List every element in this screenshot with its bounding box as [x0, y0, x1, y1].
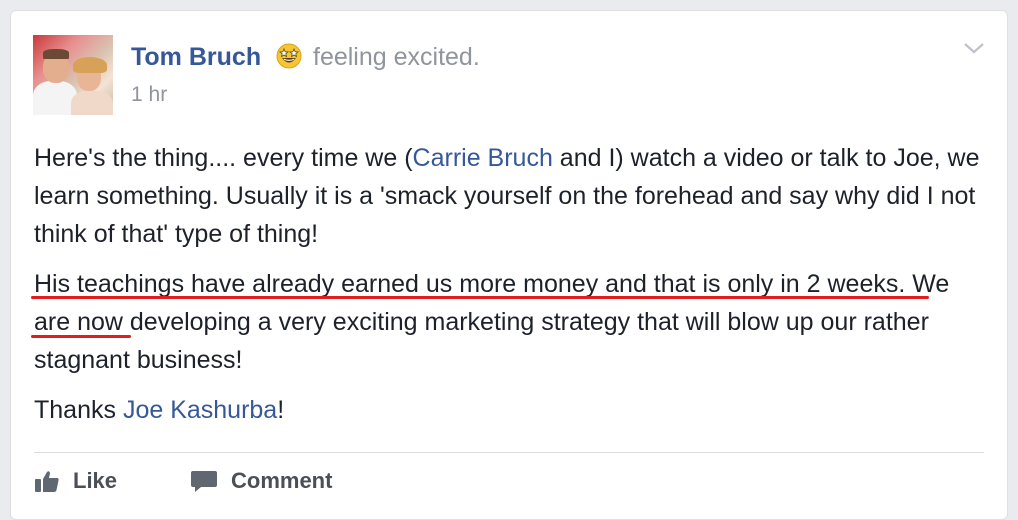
mention-joe-kashurba[interactable]: Joe Kashurba: [123, 396, 277, 424]
author-name[interactable]: Tom Bruch: [131, 43, 261, 71]
highlight-underline-1: [31, 296, 929, 299]
author-avatar[interactable]: [33, 35, 113, 115]
paragraph-text: Thanks: [34, 396, 123, 424]
post-card: Tom Bruch feeling excited. 1 hr Here's t…: [10, 10, 1008, 520]
post-paragraph-1: Here's the thing.... every time we (Carr…: [34, 139, 984, 253]
star-struck-emoji-icon: [276, 43, 302, 69]
thumbs-up-icon: [35, 471, 59, 492]
comment-button[interactable]: Comment: [191, 468, 332, 494]
like-label: Like: [73, 468, 118, 493]
paragraph-text: !: [277, 396, 285, 424]
post-header: Tom Bruch feeling excited.: [131, 42, 480, 72]
feeling-text: feeling excited.: [313, 43, 480, 71]
mention-carrie-bruch[interactable]: Carrie Bruch: [413, 144, 553, 172]
post-timestamp[interactable]: 1 hr: [131, 83, 167, 107]
comment-icon: [191, 471, 217, 492]
comment-label: Comment: [231, 468, 333, 493]
chevron-down-icon[interactable]: [963, 41, 985, 55]
post-paragraph-3: Thanks Joe Kashurba!: [34, 391, 984, 429]
like-button[interactable]: Like: [35, 468, 117, 494]
highlight-underline-2: [31, 335, 131, 338]
actions-divider: [34, 452, 984, 453]
post-body: Here's the thing.... every time we (Carr…: [34, 139, 984, 441]
paragraph-text: Here's the thing.... every time we (: [34, 144, 413, 172]
post-paragraph-2: His teachings have already earned us mor…: [34, 270, 950, 374]
